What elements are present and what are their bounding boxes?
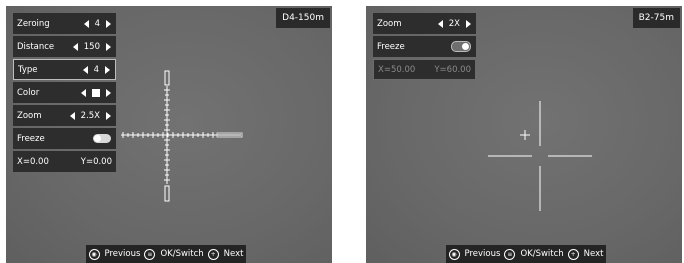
footer-bar: ◉ Previous ≡ OK/Switch + Next [86,245,246,263]
previous-label[interactable]: Previous [465,249,501,259]
menu-item-label: Zoom [17,110,42,121]
arrow-right-icon[interactable] [106,111,111,120]
coordinates-row: X=50.00 Y=60.00 [373,59,476,80]
menu-item-value: 150 [83,41,100,52]
menu-item-type[interactable]: Type 4 [13,59,116,80]
menu-item-label: Zoom [377,18,402,29]
freeze-toggle[interactable] [93,134,111,143]
color-swatch [92,88,100,97]
menu-item-value: 4 [93,64,99,75]
menu-item-zoom[interactable]: Zoom 2X [373,13,476,34]
ok-switch-label[interactable]: OK/Switch [520,249,563,259]
right-screen: B2-75m Zoom 2X Freeze X=50.00 Y=60.00 ◉ … [366,6,682,263]
menu-item-color[interactable]: Color [13,82,116,103]
left-screen: D4-150m Zeroing 4 Distance 150 Type 4 Co… [6,6,332,263]
arrow-left-icon[interactable] [72,42,78,51]
profile-tag: D4-150m [276,8,330,28]
next-label[interactable]: Next [584,249,604,259]
coordinates-row: X=0.00 Y=0.00 [13,151,116,172]
x-coordinate: X=0.00 [17,156,49,167]
arrow-left-icon[interactable] [69,111,75,120]
arrow-right-icon[interactable] [106,19,111,28]
footer-bar: ◉ Previous ≡ OK/Switch + Next [446,245,606,263]
menu-item-zoom[interactable]: Zoom 2.5X [13,105,116,126]
menu-item-label: Freeze [377,41,405,52]
settings-menu: Zoom 2X Freeze X=50.00 Y=60.00 [373,13,476,82]
x-coordinate: X=50.00 [378,64,416,75]
ok-switch-label[interactable]: OK/Switch [160,249,203,259]
menu-item-zeroing[interactable]: Zeroing 4 [13,13,116,34]
y-coordinate: Y=0.00 [80,156,112,167]
arrow-left-icon[interactable] [83,19,89,28]
dial-icon: ◉ [88,248,100,260]
settings-menu: Zeroing 4 Distance 150 Type 4 Color Zoom… [13,13,116,174]
menu-item-value: 4 [94,18,100,29]
menu-item-label: Distance [17,41,55,52]
profile-tag: B2-75m [632,8,680,28]
arrow-right-icon[interactable] [105,65,110,74]
menu-item-distance[interactable]: Distance 150 [13,36,116,57]
menu-item-value: 2X [448,18,460,29]
menu-item-freeze[interactable]: Freeze [13,128,116,149]
arrow-right-icon[interactable] [466,19,471,28]
arrow-left-icon[interactable] [437,19,443,28]
menu-item-label: Type [18,64,38,75]
plus-icon: + [207,248,219,260]
previous-label[interactable]: Previous [105,249,141,259]
y-coordinate: Y=60.00 [434,64,471,75]
freeze-toggle[interactable] [451,41,471,52]
plus-icon: + [567,248,579,260]
menu-item-value: 2.5X [80,110,100,121]
menu-item-label: Zeroing [17,18,50,29]
dial-icon: ◉ [448,248,460,260]
menu-icon: ≡ [144,248,156,260]
menu-item-freeze[interactable]: Freeze [373,36,476,57]
arrow-right-icon[interactable] [106,88,111,97]
menu-item-label: Freeze [17,133,45,144]
menu-item-label: Color [17,87,40,98]
menu-icon: ≡ [504,248,516,260]
arrow-left-icon[interactable] [82,65,88,74]
next-label[interactable]: Next [224,249,244,259]
arrow-left-icon[interactable] [81,88,86,97]
arrow-right-icon[interactable] [106,42,111,51]
